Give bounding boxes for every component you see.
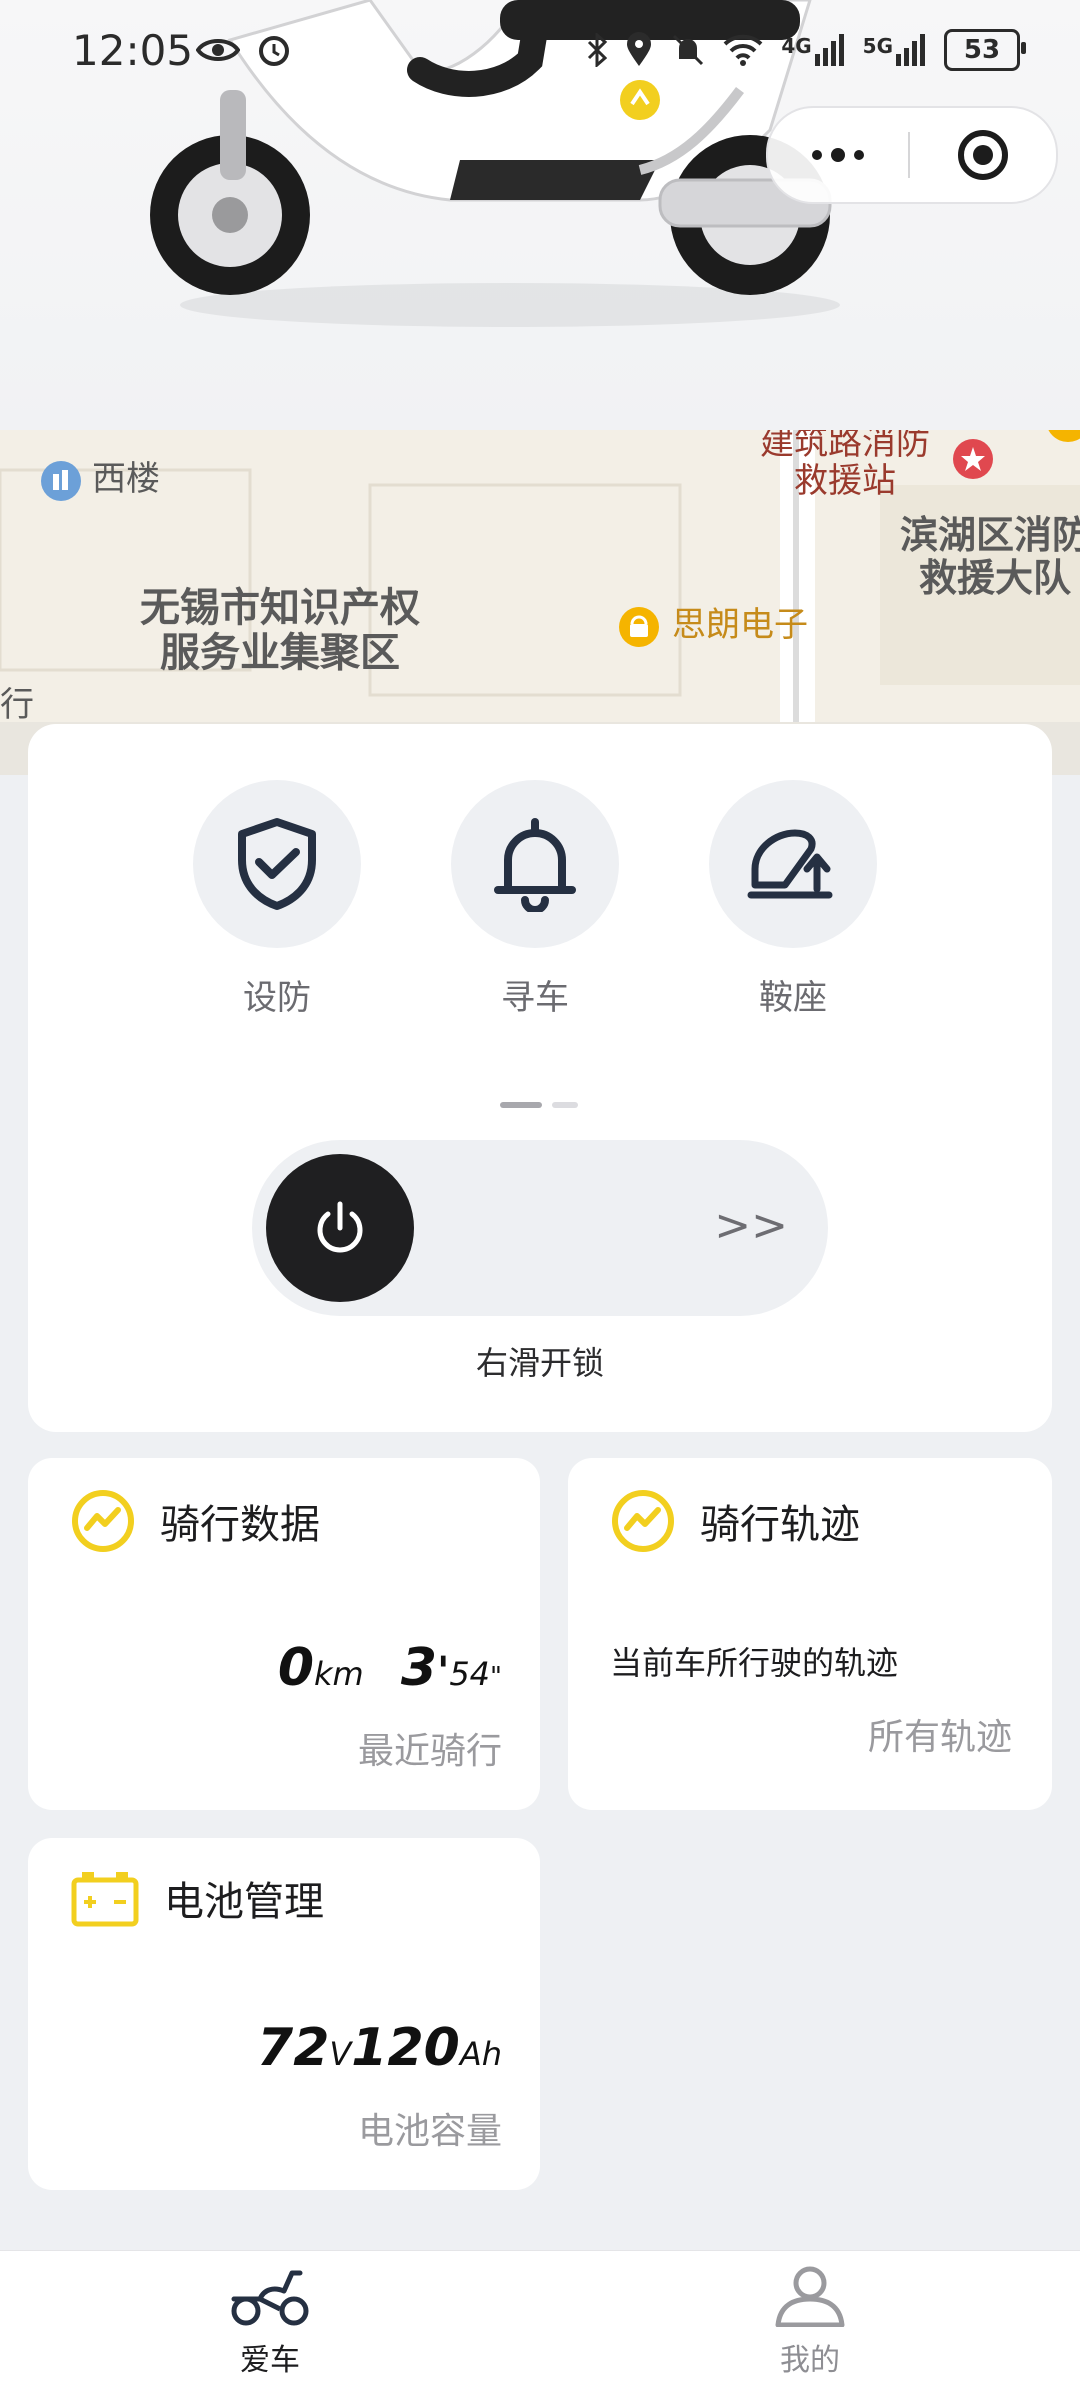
find-car-button[interactable]: 寻车 <box>450 780 620 1019</box>
map-label-simang: 思朗电子 <box>672 605 808 645</box>
tab-my-car-label: 爱车 <box>240 2343 300 2378</box>
more-button[interactable] <box>768 148 908 162</box>
network-4g: 4G <box>781 34 812 58</box>
battery-icon <box>71 1872 139 1927</box>
map-label-fire-station: 建筑路消防 救援站 <box>760 430 930 500</box>
bottom-nav: 爱车 我的 <box>0 2250 1080 2401</box>
alarm-icon <box>259 36 289 66</box>
riding-track-subtitle: 所有轨迹 <box>867 1717 1012 1758</box>
bell-icon <box>494 818 576 912</box>
find-car-circle[interactable] <box>451 780 619 948</box>
building-poi-icon <box>41 461 81 501</box>
trend-icon <box>72 1490 134 1552</box>
capacity-value: 120 <box>351 2018 460 2078</box>
riding-data-card[interactable]: 骑行数据 0km 3'54" 最近骑行 <box>28 1458 540 1810</box>
fire-station-poi-icon <box>953 439 993 479</box>
map-label-line: 救援大队 <box>919 555 1072 600</box>
location-icon <box>627 32 652 66</box>
minutes-mark: ' <box>437 1649 450 1695</box>
tab-mine[interactable]: 我的 <box>710 2265 910 2379</box>
power-icon <box>317 1201 363 1253</box>
battery-indicator: 53 <box>944 29 1026 71</box>
tab-my-car[interactable]: 爱车 <box>170 2265 370 2379</box>
seat-lift-icon <box>747 829 833 899</box>
minutes-value: 3 <box>400 1638 438 1698</box>
arm-button[interactable]: 设防 <box>192 780 362 1019</box>
battery-card[interactable]: 电池管理 72V120Ah 电池容量 <box>28 1838 540 2190</box>
map-label-ip-district: 无锡市知识产权 服务业集聚区 <box>140 586 420 676</box>
arm-circle[interactable] <box>193 780 361 948</box>
map-label-line: 服务业集聚区 <box>160 629 400 676</box>
riding-track-title: 骑行轨迹 <box>700 1502 860 1548</box>
seconds-mark: " <box>490 1662 502 1692</box>
eye-icon <box>196 39 240 61</box>
scooter-icon <box>231 2270 309 2326</box>
map-label-line: 无锡市知识产权 <box>140 585 420 631</box>
seconds-value: 54 <box>449 1655 491 1693</box>
riding-track-card[interactable]: 骑行轨迹 当前车所行驶的轨迹 所有轨迹 <box>568 1458 1052 1810</box>
map-label-line: 建筑路消防 <box>760 430 930 463</box>
map-label-line: 救援站 <box>794 461 896 502</box>
pager-indicator <box>500 1102 578 1108</box>
target-circle-icon <box>958 130 1008 180</box>
riding-track-desc: 当前车所行驶的轨迹 <box>610 1644 899 1682</box>
tab-mine-label: 我的 <box>780 2343 840 2378</box>
unlock-slider[interactable]: >> <box>252 1140 828 1316</box>
map-label-bank: 银行 <box>0 685 34 725</box>
slide-unlock-hint: 右滑开锁 <box>475 1344 604 1382</box>
user-icon <box>775 2266 845 2328</box>
map-label-binhu: 滨湖区消防 救援大队 <box>900 514 1080 599</box>
riding-data-values: 0km 3'54" <box>278 1638 502 1698</box>
map-label-xilou: 西楼 <box>92 459 160 499</box>
arm-label: 设防 <box>243 978 311 1018</box>
bluetooth-icon <box>588 33 608 67</box>
slider-arrows: >> <box>714 1200 788 1251</box>
battery-values: 72V120Ah <box>257 2018 502 2078</box>
network-5g: 5G <box>862 34 893 58</box>
status-time: 12:05 <box>72 26 194 75</box>
find-car-label: 寻车 <box>501 978 569 1018</box>
capacity-unit: Ah <box>459 2035 502 2073</box>
voltage-unit: V <box>329 2035 352 2073</box>
voltage-value: 72 <box>257 2018 330 2078</box>
shop-poi-icon <box>619 607 659 647</box>
trend-icon <box>612 1490 674 1552</box>
distance-unit: km <box>314 1655 364 1693</box>
seat-circle[interactable] <box>709 780 877 948</box>
seat-label: 鞍座 <box>759 978 827 1018</box>
riding-data-subtitle: 最近骑行 <box>357 1731 502 1772</box>
close-miniprogram-button[interactable] <box>910 127 1056 183</box>
shield-check-icon <box>238 818 316 910</box>
mini-program-capsule <box>766 106 1058 204</box>
battery-title: 电池管理 <box>164 1879 324 1925</box>
seat-button[interactable]: 鞍座 <box>708 780 878 1019</box>
distance-value: 0 <box>277 1638 315 1698</box>
riding-data-title: 骑行数据 <box>160 1502 320 1548</box>
slider-knob[interactable] <box>266 1154 414 1302</box>
status-bar: 12:05 4G 5G 53 <box>0 0 1080 100</box>
signal-icon <box>896 34 925 66</box>
wifi-icon <box>723 34 763 66</box>
control-card: 设防 寻车 鞍座 >> 右滑开锁 <box>28 724 1052 1432</box>
map-label-line: 滨湖区消防 <box>900 513 1080 557</box>
signal-icon <box>814 34 844 66</box>
mute-bell-icon <box>673 34 704 66</box>
battery-subtitle: 电池容量 <box>357 2111 502 2152</box>
scooter-hero: 12:05 4G 5G 53 <box>0 0 1080 430</box>
